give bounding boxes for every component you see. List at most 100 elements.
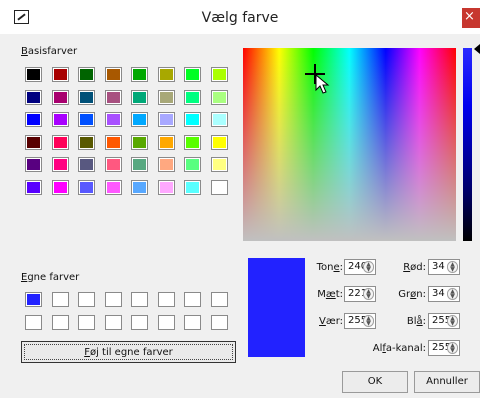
basic-color-swatch[interactable] xyxy=(157,112,175,127)
green-value[interactable]: 34 xyxy=(432,288,445,299)
custom-colors-label: Egne farver xyxy=(21,272,80,283)
basic-color-swatch[interactable] xyxy=(210,89,228,105)
cancel-button[interactable]: Annuller xyxy=(414,371,480,393)
basic-color-swatch[interactable] xyxy=(25,134,42,150)
red-spinbox[interactable]: 34 ▲ ▼ xyxy=(428,259,460,275)
basic-color-swatch[interactable] xyxy=(157,179,175,195)
luminosity-arrow-icon[interactable] xyxy=(474,44,480,54)
custom-color-swatch[interactable] xyxy=(104,292,122,307)
color-spectrum[interactable] xyxy=(243,48,456,241)
basic-colors-label: Basisfarver xyxy=(21,46,78,57)
blue-label: Blå: xyxy=(406,316,426,327)
basic-color-swatch[interactable] xyxy=(184,179,201,195)
luminosity-slider[interactable] xyxy=(463,48,472,241)
basic-color-swatch[interactable] xyxy=(184,134,201,150)
spin-arrows-icon[interactable]: ▲ ▼ xyxy=(447,261,458,273)
custom-color-swatch[interactable] xyxy=(78,314,95,330)
spin-arrows-icon[interactable]: ▲ ▼ xyxy=(363,261,374,273)
green-spinbox[interactable]: 34 ▲ ▼ xyxy=(428,286,460,302)
basic-color-swatch[interactable] xyxy=(131,89,148,105)
basic-color-swatch[interactable] xyxy=(184,112,201,127)
basic-color-swatch[interactable] xyxy=(210,134,228,150)
luminosity-label: Vær: xyxy=(319,316,343,327)
basic-color-swatch[interactable] xyxy=(157,89,175,105)
custom-color-swatch[interactable] xyxy=(25,314,42,330)
basic-color-swatch[interactable] xyxy=(51,67,69,82)
custom-color-swatch[interactable] xyxy=(131,292,148,307)
saturation-spinbox[interactable]: 221 ▲ ▼ xyxy=(344,286,376,302)
basic-color-swatch[interactable] xyxy=(78,67,95,82)
basic-color-swatch[interactable] xyxy=(157,157,175,172)
custom-color-swatch[interactable] xyxy=(51,314,69,330)
hue-label: Tone: xyxy=(316,262,343,273)
luminosity-spinbox[interactable]: 255 ▲ ▼ xyxy=(344,313,376,329)
custom-color-swatch[interactable] xyxy=(210,314,228,330)
color-preview xyxy=(248,258,305,357)
close-button[interactable]: × xyxy=(462,8,480,28)
hue-spinbox[interactable]: 240 ▲ ▼ xyxy=(344,259,376,275)
add-custom-color-button[interactable]: Føj til egne farver xyxy=(21,341,236,363)
basic-color-swatch[interactable] xyxy=(131,179,148,195)
basic-color-swatch[interactable] xyxy=(104,67,122,82)
spin-arrows-icon[interactable]: ▲ ▼ xyxy=(447,342,458,354)
basic-color-swatch[interactable] xyxy=(131,112,148,127)
custom-color-swatch[interactable] xyxy=(131,314,148,330)
custom-color-swatch[interactable] xyxy=(157,292,175,307)
spin-arrows-icon[interactable]: ▲ ▼ xyxy=(363,288,374,300)
spin-arrows-icon[interactable]: ▲ ▼ xyxy=(363,315,374,327)
basic-color-swatch[interactable] xyxy=(184,157,201,172)
basic-color-swatch[interactable] xyxy=(78,134,95,150)
basic-color-swatch[interactable] xyxy=(184,89,201,105)
basic-color-swatch[interactable] xyxy=(51,134,69,150)
basic-color-swatch[interactable] xyxy=(131,67,148,82)
basic-color-swatch[interactable] xyxy=(25,89,42,105)
basic-color-swatch[interactable] xyxy=(25,67,42,82)
red-label: Rød: xyxy=(403,262,426,273)
basic-color-swatch[interactable] xyxy=(78,89,95,105)
basic-color-swatch[interactable] xyxy=(51,157,69,172)
basic-color-swatch[interactable] xyxy=(184,67,201,82)
basic-color-swatch[interactable] xyxy=(78,112,95,127)
basic-color-swatch[interactable] xyxy=(78,179,95,195)
close-icon[interactable]: × xyxy=(464,9,475,24)
basic-color-swatch[interactable] xyxy=(104,179,122,195)
basic-color-swatch[interactable] xyxy=(210,179,228,195)
basic-color-swatch[interactable] xyxy=(104,134,122,150)
basic-color-swatch[interactable] xyxy=(157,67,175,82)
green-label: Grøn: xyxy=(398,289,426,300)
dialog-title: Vælg farve xyxy=(201,10,279,26)
basic-color-swatch[interactable] xyxy=(210,157,228,172)
basic-color-swatch[interactable] xyxy=(104,157,122,172)
mouse-pointer-icon xyxy=(315,74,330,94)
custom-color-swatch[interactable] xyxy=(184,314,201,330)
custom-color-swatch[interactable] xyxy=(157,314,175,330)
basic-color-swatch[interactable] xyxy=(78,157,95,172)
basic-color-swatch[interactable] xyxy=(131,157,148,172)
basic-color-swatch[interactable] xyxy=(210,67,228,82)
blue-spinbox[interactable]: 255 ▲ ▼ xyxy=(428,313,460,329)
spin-arrows-icon[interactable]: ▲ ▼ xyxy=(447,315,458,327)
spin-arrows-icon[interactable]: ▲ ▼ xyxy=(447,288,458,300)
custom-color-swatch[interactable] xyxy=(210,292,228,307)
basic-color-swatch[interactable] xyxy=(157,134,175,150)
basic-color-swatch[interactable] xyxy=(104,89,122,105)
custom-color-swatch[interactable] xyxy=(51,292,69,307)
custom-color-swatch[interactable] xyxy=(25,292,42,307)
basic-color-swatch[interactable] xyxy=(25,112,42,127)
basic-color-swatch[interactable] xyxy=(210,112,228,127)
basic-color-swatch[interactable] xyxy=(104,112,122,127)
red-value[interactable]: 34 xyxy=(432,261,445,272)
basic-color-swatch[interactable] xyxy=(51,112,69,127)
custom-color-swatch[interactable] xyxy=(78,292,95,307)
custom-color-swatch[interactable] xyxy=(184,292,201,307)
basic-color-swatch[interactable] xyxy=(51,179,69,195)
basic-color-swatch[interactable] xyxy=(25,157,42,172)
basic-color-swatch[interactable] xyxy=(131,134,148,150)
saturation-label: Mæt: xyxy=(317,289,343,300)
ok-button[interactable]: OK xyxy=(342,371,408,393)
basic-color-swatch[interactable] xyxy=(51,89,69,105)
basic-color-swatch[interactable] xyxy=(25,179,42,195)
custom-color-swatch[interactable] xyxy=(104,314,122,330)
alpha-spinbox[interactable]: 255 ▲ ▼ xyxy=(428,340,460,356)
alpha-label: Alfa-kanal: xyxy=(372,343,426,354)
